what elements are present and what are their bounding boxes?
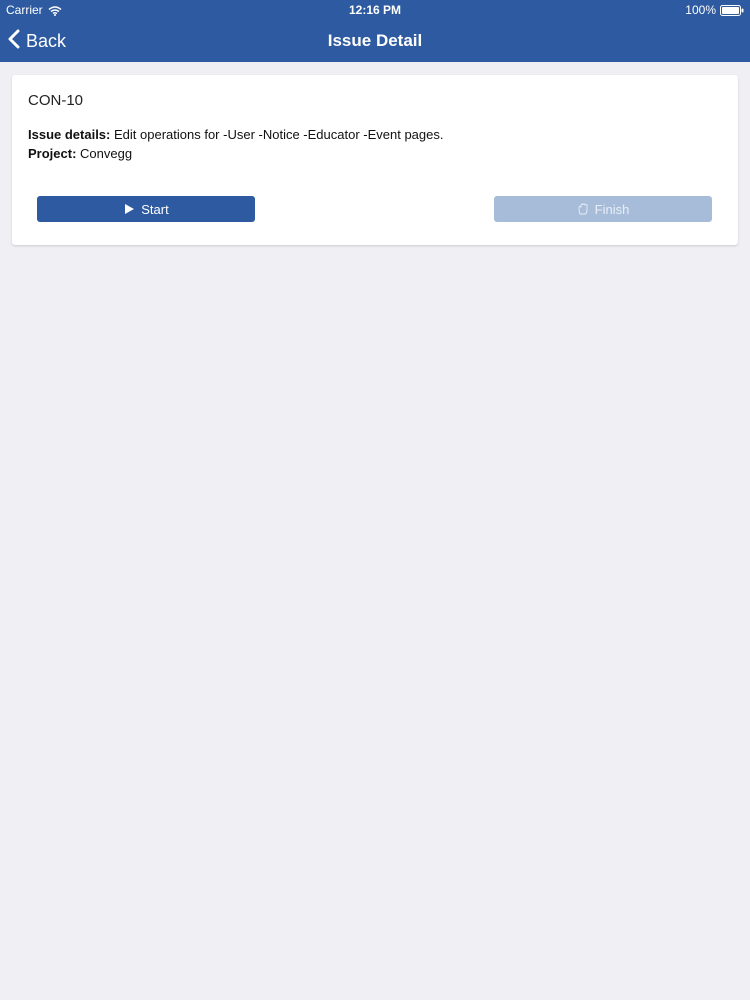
project-label: Project: [28, 146, 77, 161]
start-button[interactable]: Start [37, 196, 255, 222]
status-right: 100% [685, 3, 744, 17]
chevron-left-icon [8, 29, 20, 54]
project-row: Project: Convegg [28, 146, 132, 161]
project-value: Convegg [80, 146, 133, 161]
status-time: 12:16 PM [348, 3, 402, 17]
start-label: Start [141, 201, 169, 217]
page-title: Issue Detail [327, 31, 423, 50]
navigation-bar: Back Issue Detail [0, 20, 750, 62]
play-icon [123, 203, 135, 215]
wifi-icon [48, 5, 62, 16]
status-bar: Carrier 12:16 PM 100% [0, 0, 750, 20]
issue-key: CON-10 [28, 92, 84, 109]
back-label: Back [26, 30, 67, 51]
status-left: Carrier [6, 3, 62, 17]
hand-icon [577, 203, 589, 215]
battery-icon [720, 4, 744, 16]
carrier-label: Carrier [6, 3, 43, 17]
battery-percent: 100% [685, 3, 716, 17]
top-bar: Carrier 12:16 PM 100% Back Issue Detail [0, 0, 750, 62]
finish-label: Finish [594, 201, 630, 217]
issue-card: CON-10 Issue details: Edit operations fo… [12, 75, 738, 245]
issue-details-label: Issue details: [28, 127, 111, 142]
issue-details-value: Edit operations for -User -Notice -Educa… [114, 127, 444, 142]
back-button[interactable]: Back [8, 26, 66, 56]
issue-details-row: Issue details: Edit operations for -User… [28, 127, 443, 142]
finish-button[interactable]: Finish [494, 196, 712, 222]
